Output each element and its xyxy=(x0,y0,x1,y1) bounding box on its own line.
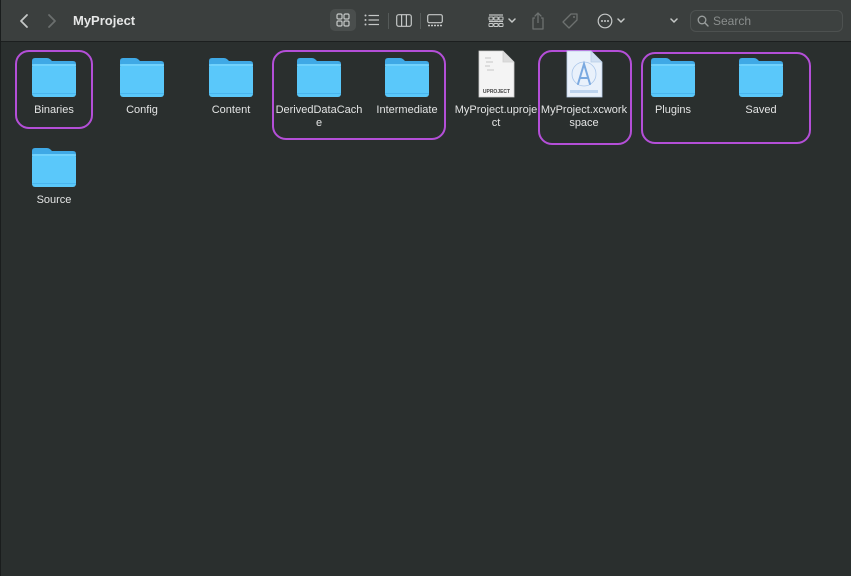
group-by-icon xyxy=(488,14,504,27)
uproject-document-icon: UPROJECT xyxy=(478,50,515,98)
list-view-button[interactable] xyxy=(359,9,385,31)
file-item-xcworkspace[interactable]: MyProject.xcworkspace xyxy=(540,42,628,130)
folder-icon xyxy=(739,58,783,97)
folder-item-intermediate[interactable]: Intermediate xyxy=(363,42,451,117)
tag-button[interactable] xyxy=(560,10,580,32)
item-label: Config xyxy=(126,104,158,116)
item-label: Intermediate xyxy=(376,104,438,116)
grid-icon xyxy=(336,13,350,27)
folder-icon xyxy=(209,58,253,97)
forward-button[interactable] xyxy=(43,10,61,32)
item-label: MyProject.uproject xyxy=(454,104,538,129)
uproject-badge: UPROJECT xyxy=(483,89,510,95)
folder-icon xyxy=(32,58,76,97)
xcode-workspace-icon xyxy=(566,50,603,98)
folder-item-config[interactable]: Config xyxy=(98,42,186,117)
folder-icon xyxy=(120,58,164,97)
file-item-uproject[interactable]: UPROJECT MyProject.uproject xyxy=(452,42,540,130)
back-button[interactable] xyxy=(15,10,33,32)
folder-item-plugins[interactable]: Plugins xyxy=(629,42,717,117)
toolbar: MyProject xyxy=(1,0,851,42)
folder-icon xyxy=(651,58,695,97)
chevron-left-icon xyxy=(20,14,28,28)
share-button[interactable] xyxy=(529,9,547,33)
folder-icon xyxy=(385,58,429,97)
toolbar-divider xyxy=(388,13,389,29)
column-view-button[interactable] xyxy=(391,9,417,31)
file-grid: Binaries Config Content DerivedDataCache… xyxy=(1,42,851,576)
item-label: DerivedDataCache xyxy=(275,104,363,129)
search-icon xyxy=(697,15,709,27)
item-label: Content xyxy=(211,104,251,116)
folder-item-binaries[interactable]: Binaries xyxy=(10,42,98,117)
finder-window: MyProject Search Binaries Config Content… xyxy=(0,0,851,576)
group-by-button[interactable] xyxy=(485,10,519,32)
chevron-down-icon xyxy=(617,18,625,24)
folder-item-content[interactable]: Content xyxy=(187,42,275,117)
columns-icon xyxy=(396,13,412,27)
item-label: Saved xyxy=(745,104,777,116)
item-label: Binaries xyxy=(34,104,74,116)
item-label: Source xyxy=(36,194,72,206)
folder-item-deriveddatacache[interactable]: DerivedDataCache xyxy=(275,42,363,130)
chevron-down-icon xyxy=(508,18,516,24)
folder-icon xyxy=(297,58,341,97)
more-actions-button[interactable] xyxy=(595,10,627,32)
list-icon xyxy=(364,14,379,26)
folder-item-saved[interactable]: Saved xyxy=(717,42,805,117)
search-field[interactable] xyxy=(690,10,843,32)
gallery-icon xyxy=(427,13,443,26)
search-input[interactable] xyxy=(713,14,833,28)
window-title: MyProject xyxy=(73,13,136,28)
toolbar-divider xyxy=(420,13,421,29)
item-label: Plugins xyxy=(654,104,692,116)
tag-icon xyxy=(562,13,578,29)
gallery-view-button[interactable] xyxy=(422,9,448,31)
chevron-down-icon xyxy=(670,18,678,24)
icon-view-button[interactable] xyxy=(330,9,356,31)
folder-item-source[interactable]: Source xyxy=(10,132,98,207)
toolbar-overflow-button[interactable] xyxy=(667,14,681,28)
folder-icon xyxy=(32,148,76,187)
chevron-right-icon xyxy=(48,14,56,28)
item-label: MyProject.xcworkspace xyxy=(540,104,628,129)
share-icon xyxy=(532,12,544,30)
ellipsis-circle-icon xyxy=(597,13,613,29)
